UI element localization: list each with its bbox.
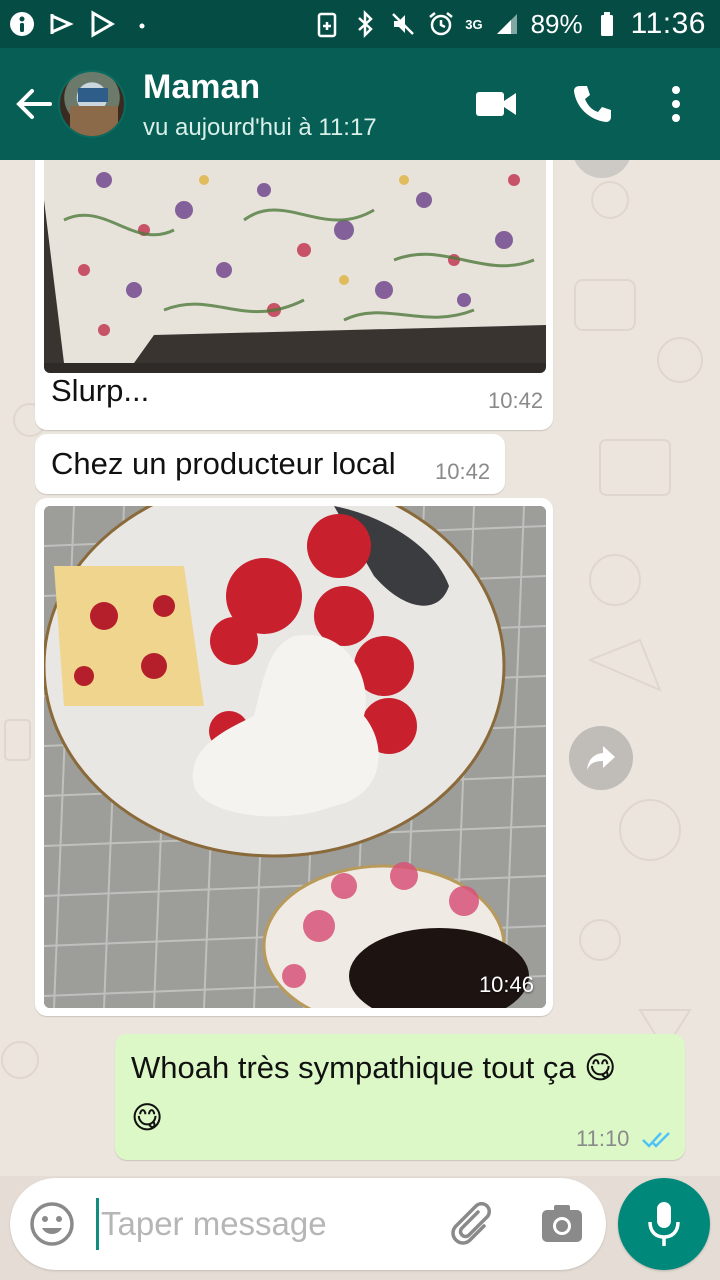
download-flag-icon	[50, 14, 74, 34]
video-call-button[interactable]	[472, 80, 520, 128]
message-bubble-text[interactable]: Chez un producteur local 10:42	[35, 434, 505, 494]
assistant-icon	[10, 12, 34, 36]
forward-button[interactable]	[569, 726, 633, 790]
avatar-sign-shape	[78, 88, 108, 102]
avatar-building-shape	[70, 106, 118, 136]
chat-header: Maman vu aujourd'hui à 11:17	[0, 48, 720, 160]
read-receipt-icon	[642, 1132, 670, 1148]
more-vert-icon	[672, 86, 680, 122]
message-text: Whoah très sympathique tout ça 😋	[131, 1050, 617, 1085]
voice-message-button[interactable]	[618, 1178, 710, 1270]
clock: 11:36	[630, 7, 706, 40]
battery-percent: 89%	[530, 8, 583, 39]
message-emoji-line: 😋	[131, 1100, 164, 1135]
composer-bar	[10, 1178, 606, 1270]
battery-saver-icon	[318, 12, 337, 38]
avatar[interactable]	[58, 70, 126, 138]
message-time: 11:10	[576, 1126, 630, 1151]
message-bubble-image[interactable]: 10:46	[35, 498, 553, 1016]
message-list[interactable]: Slurp... 10:42 Chez un producteur local …	[0, 160, 720, 1176]
back-arrow-icon[interactable]	[10, 80, 58, 128]
message-time: 10:42	[488, 388, 544, 413]
network-type-label: 3G	[465, 16, 483, 32]
last-seen-status: vu aujourd'hui à 11:17	[143, 114, 377, 141]
notification-dot-icon	[139, 23, 145, 29]
image-time: 10:46	[478, 972, 534, 997]
message-time: 10:42	[435, 459, 491, 484]
dessert-image	[44, 506, 546, 1008]
alarm-icon	[429, 12, 454, 36]
message-text: Chez un producteur local	[51, 446, 396, 481]
message-bubble-outgoing[interactable]: Whoah très sympathique tout ça 😋 😋 11:10	[115, 1034, 685, 1160]
message-bubble-image[interactable]: Slurp... 10:42	[35, 160, 553, 430]
microphone-icon	[648, 1202, 680, 1246]
attach-icon[interactable]	[450, 1200, 498, 1248]
phone-icon	[574, 86, 611, 122]
message-input[interactable]	[96, 1198, 426, 1250]
mute-icon	[392, 13, 415, 35]
tablecloth-image	[44, 160, 546, 363]
image-caption: Slurp...	[51, 373, 150, 408]
video-call-icon	[476, 92, 516, 116]
voice-call-button[interactable]	[568, 80, 616, 128]
strawberry-dessert-photo[interactable]: 10:46	[44, 506, 546, 1008]
more-options-button[interactable]	[652, 80, 700, 128]
contact-name[interactable]: Maman	[143, 68, 260, 107]
play-store-icon	[91, 10, 115, 38]
status-bar: 3G 89% 11:36	[0, 0, 720, 48]
tablecloth-photo[interactable]	[44, 160, 546, 373]
forward-icon	[587, 746, 615, 770]
battery-icon	[600, 12, 613, 36]
camera-icon[interactable]	[538, 1200, 586, 1248]
signal-icon	[496, 14, 517, 34]
emoji-icon[interactable]	[28, 1200, 76, 1248]
bluetooth-icon	[358, 10, 374, 38]
